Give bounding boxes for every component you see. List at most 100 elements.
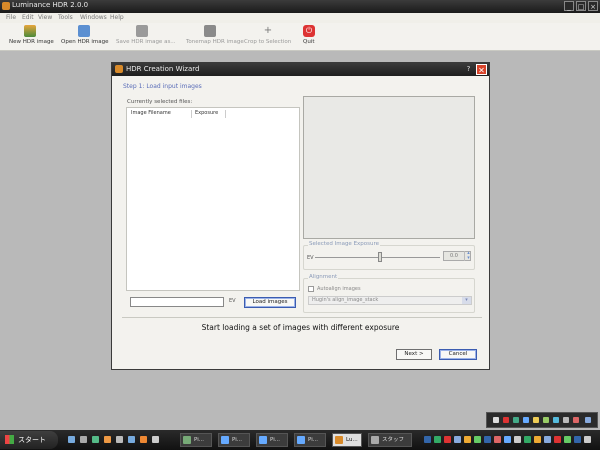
spin-arrows-icon[interactable]: ▴ ▾ (464, 251, 472, 261)
quicklaunch-icon[interactable] (92, 436, 99, 443)
preview-area (303, 96, 475, 239)
app-title: Luminance HDR 2.0.0 (12, 1, 89, 9)
tray-icon[interactable] (513, 417, 519, 423)
close-window-button[interactable]: × (588, 1, 598, 11)
taskbar-tray-icon[interactable] (584, 436, 591, 443)
menu-file[interactable]: File (6, 14, 16, 21)
quicklaunch-icon[interactable] (128, 436, 135, 443)
quicklaunch-icon[interactable] (68, 436, 75, 443)
taskbar-tray-icon[interactable] (484, 436, 491, 443)
power-icon: ⏻ (303, 25, 315, 37)
task-icon (221, 436, 229, 444)
toolbar: New HDR image Open HDR image Save HDR im… (0, 23, 600, 51)
crop-button[interactable]: + Crop to Selection (241, 23, 296, 50)
new-hdr-icon (24, 25, 36, 37)
notification-tray (486, 412, 598, 428)
tonemap-button[interactable]: Tonemap HDR image (183, 23, 244, 50)
tray-icon[interactable] (563, 417, 569, 423)
menu-windows[interactable]: Windows (80, 14, 107, 21)
taskbar-tray-icon[interactable] (504, 436, 511, 443)
app-icon (2, 2, 10, 10)
taskbar-tray-icon[interactable] (494, 436, 501, 443)
quicklaunch-icon[interactable] (140, 436, 147, 443)
taskbar-tray-icon[interactable] (424, 436, 431, 443)
taskbar-tray-icon[interactable] (534, 436, 541, 443)
task-icon (183, 436, 191, 444)
menu-tools[interactable]: Tools (58, 14, 73, 21)
start-button[interactable]: スタート (0, 431, 58, 449)
hdr-wizard-dialog: HDR Creation Wizard ? ✕ Step 1: Load inp… (111, 62, 490, 370)
taskbar-tray-icon[interactable] (514, 436, 521, 443)
dialog-title: HDR Creation Wizard (126, 65, 200, 73)
new-hdr-button[interactable]: New HDR image (6, 23, 54, 50)
autoalign-checkbox[interactable] (308, 286, 314, 292)
tray-icon[interactable] (533, 417, 539, 423)
align-method-select[interactable]: Hugin's align_image_stack (308, 296, 472, 305)
save-hdr-button[interactable]: Save HDR image as... (113, 23, 176, 50)
dialog-close-button[interactable]: ✕ (476, 64, 487, 75)
step-link: Step 1: Load input images (123, 83, 202, 90)
tray-icon[interactable] (503, 417, 509, 423)
status-text: Start loading a set of images with diffe… (201, 323, 400, 332)
crop-icon: + (263, 25, 273, 36)
task-item[interactable]: Pi... (180, 433, 212, 447)
column-header-exposure[interactable]: Exposure (195, 110, 226, 118)
taskbar-tray-icon[interactable] (444, 436, 451, 443)
tray-icon[interactable] (585, 417, 591, 423)
ev-input[interactable] (130, 297, 224, 307)
task-icon (259, 436, 267, 444)
menu-help[interactable]: Help (110, 14, 124, 21)
ev-spinbox-value: 0.0 (450, 253, 458, 259)
app-titlebar: Luminance HDR 2.0.0 _ □ × (0, 0, 600, 13)
quicklaunch-icon[interactable] (80, 436, 87, 443)
save-disk-icon (136, 25, 148, 37)
task-item[interactable]: Pi... (294, 433, 326, 447)
tonemap-icon (204, 25, 216, 37)
taskbar-tray-icon[interactable] (564, 436, 571, 443)
exposure-slider-handle[interactable] (378, 252, 382, 262)
chevron-down-icon[interactable]: ▾ (462, 297, 471, 304)
help-button[interactable]: ? (464, 65, 473, 74)
taskbar-tray-icon[interactable] (434, 436, 441, 443)
align-method-value: Hugin's align_image_stack (312, 297, 379, 303)
task-icon (297, 436, 305, 444)
taskbar-tray-icon[interactable] (474, 436, 481, 443)
quicklaunch-icon[interactable] (116, 436, 123, 443)
taskbar-tray-icon[interactable] (464, 436, 471, 443)
open-hdr-icon (78, 25, 90, 37)
taskbar-tray-icon[interactable] (524, 436, 531, 443)
tray-icon[interactable] (523, 417, 529, 423)
ev-label: EV (229, 298, 236, 304)
quit-button[interactable]: ⏻ Quit (298, 23, 320, 50)
ev-short-label: EV (307, 255, 314, 261)
exposure-group-label: Selected Image Exposure (308, 241, 381, 247)
dialog-app-icon (115, 65, 123, 73)
task-item[interactable]: Pi... (256, 433, 288, 447)
taskbar-tray-icon[interactable] (454, 436, 461, 443)
open-hdr-button[interactable]: Open HDR image (58, 23, 109, 50)
quicklaunch-icon[interactable] (152, 436, 159, 443)
tray-icon[interactable] (553, 417, 559, 423)
quicklaunch-icon[interactable] (104, 436, 111, 443)
tray-icon[interactable] (573, 417, 579, 423)
files-table[interactable]: Image Filename Exposure (126, 107, 300, 291)
task-icon (371, 436, 379, 444)
windows-logo-icon (5, 435, 14, 444)
menu-edit[interactable]: Edit (22, 14, 34, 21)
taskbar-tray-icon[interactable] (554, 436, 561, 443)
column-header-filename[interactable]: Image Filename (131, 110, 192, 118)
minimize-button[interactable]: _ (564, 1, 574, 11)
maximize-button[interactable]: □ (576, 1, 586, 11)
taskbar-tray-icon[interactable] (544, 436, 551, 443)
cancel-button[interactable]: Cancel (439, 349, 477, 360)
task-item[interactable]: Pi... (218, 433, 250, 447)
tray-icon[interactable] (493, 417, 499, 423)
load-images-button[interactable]: Load images (244, 297, 296, 308)
taskbar-tray-icon[interactable] (574, 436, 581, 443)
tray-icon[interactable] (543, 417, 549, 423)
next-button[interactable]: Next > (396, 349, 432, 360)
task-item[interactable]: スタッフ (368, 433, 412, 447)
autoalign-label: Autoalign images (317, 286, 361, 292)
menu-view[interactable]: View (38, 14, 52, 21)
task-item-luminance[interactable]: Lu... (332, 433, 362, 447)
